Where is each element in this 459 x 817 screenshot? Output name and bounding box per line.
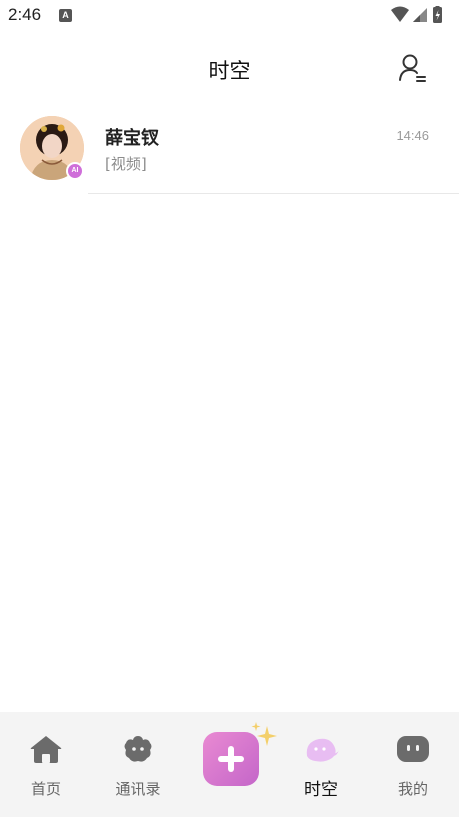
chat-time: 14:46 [396,128,429,143]
tab-home-label: 首页 [30,780,61,798]
chat-name: 薛宝钗 [105,128,159,149]
tab-mine[interactable]: 我的 [373,712,453,812]
tab-contacts[interactable]: 通讯录 [98,712,178,812]
ghost-icon [306,738,339,762]
divider [88,193,459,194]
page-title: 时空 [208,59,251,83]
tab-timespace-label: 时空 [304,780,338,800]
tab-mine-label: 我的 [397,780,428,798]
status-icons [391,6,442,23]
contacts-manage-icon [399,54,426,82]
chat-list-item[interactable]: AI 薛宝钗 [视频] 14:46 [0,108,459,194]
sparkle-icon [251,722,277,746]
contacts-icon [124,736,152,762]
wifi-icon [391,6,409,22]
tab-contacts-label: 通讯录 [115,780,161,798]
ai-badge: AI [66,162,84,180]
profile-icon [397,736,429,762]
header: 时空 [0,44,459,92]
status-time: 2:46 [8,5,42,24]
bottom-tab-bar: 首页 通讯录 时空 我的 [0,712,459,817]
tab-home[interactable]: 首页 [6,712,86,812]
notification-icon: A [59,9,72,22]
plus-icon-vertical [228,746,234,772]
home-icon [30,736,62,763]
chat-preview: [视频] [105,155,147,173]
tab-timespace[interactable]: 时空 [281,712,361,812]
status-bar: 2:46 A [0,0,459,32]
contacts-manage-button[interactable] [396,52,430,86]
